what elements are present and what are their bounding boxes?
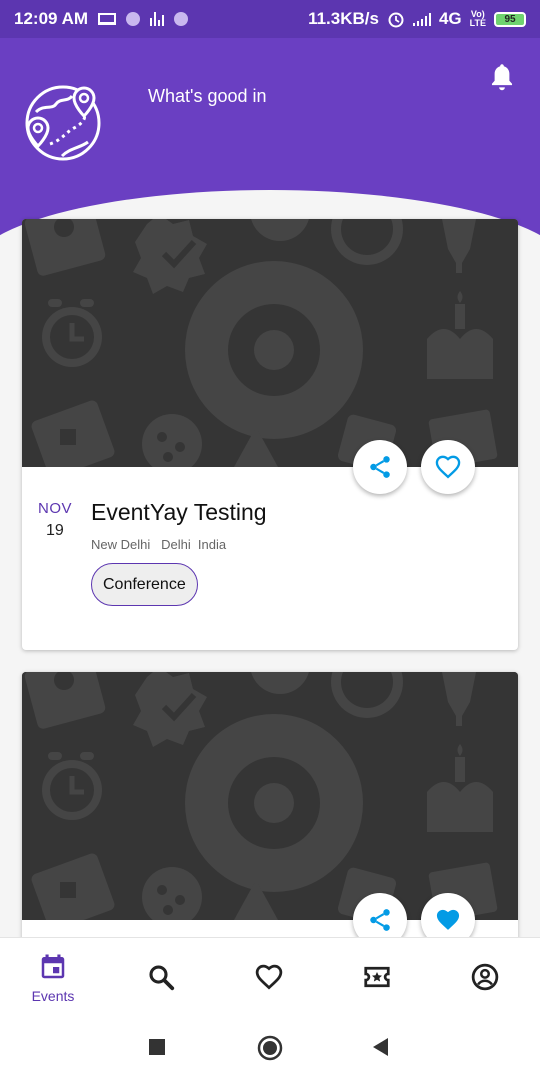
battery-level: 95 — [504, 13, 516, 25]
bottom-navigation: Events — [0, 937, 540, 1015]
share-button[interactable] — [353, 440, 407, 494]
nav-item-tickets[interactable] — [337, 962, 417, 992]
nav-item-profile[interactable] — [445, 962, 525, 992]
event-placeholder-pattern-icon — [22, 672, 518, 920]
share-icon — [370, 909, 390, 931]
event-date-month: NOV — [38, 500, 73, 517]
event-title[interactable]: EventYay Testing — [91, 499, 267, 526]
heart-icon — [255, 964, 283, 990]
audio-icon — [150, 12, 165, 26]
search-icon — [149, 965, 175, 991]
network-type: 4G — [438, 9, 462, 28]
share-icon — [370, 456, 390, 478]
event-card[interactable] — [22, 672, 518, 972]
event-type-chip[interactable]: Conference — [91, 563, 198, 606]
system-navigation-bar — [0, 1015, 540, 1080]
network-speed: 11.3KB/s — [308, 9, 379, 28]
account-icon — [471, 963, 499, 991]
notifications-bell-icon[interactable] — [488, 62, 516, 92]
nav-item-favorites[interactable] — [229, 962, 309, 992]
battery-icon: 95 — [494, 11, 526, 27]
heart-filled-icon — [436, 909, 460, 930]
notification-dot-icon — [174, 12, 189, 26]
nav-label-events: Events — [31, 988, 75, 1004]
back-icon[interactable] — [371, 1037, 389, 1057]
favorite-button[interactable] — [421, 440, 475, 494]
alarm-icon — [388, 12, 404, 28]
event-placeholder-pattern-icon — [22, 219, 518, 467]
volte-indicator: Vo) LTE — [469, 9, 486, 28]
event-location: New Delhi Delhi India — [91, 537, 227, 552]
nav-item-search[interactable] — [121, 962, 201, 992]
ticket-icon — [364, 966, 390, 988]
status-time: 12:09 AM — [14, 9, 89, 28]
recent-apps-icon[interactable] — [148, 1038, 166, 1056]
signal-icon — [412, 12, 431, 26]
app-logo-icon — [25, 85, 101, 161]
events-screen: 12:09 AM 11.3KB/s 4G Vo) LTE 95 What's go… — [0, 0, 540, 1080]
nav-item-events[interactable]: Events — [13, 952, 93, 1004]
event-date-day: 19 — [46, 522, 64, 539]
heart-outline-icon — [435, 455, 461, 479]
header-title: What's good in — [148, 86, 267, 106]
laptop-icon — [98, 13, 117, 25]
notification-dot-icon — [126, 12, 141, 26]
status-bar: 12:09 AM 11.3KB/s 4G Vo) LTE 95 — [0, 0, 540, 38]
event-image-placeholder[interactable] — [22, 219, 518, 467]
event-card[interactable]: NOV 19 EventYay Testing New Delhi Delhi … — [22, 219, 518, 650]
calendar-icon — [41, 954, 65, 979]
event-image-placeholder[interactable] — [22, 672, 518, 920]
home-icon[interactable] — [257, 1035, 283, 1061]
